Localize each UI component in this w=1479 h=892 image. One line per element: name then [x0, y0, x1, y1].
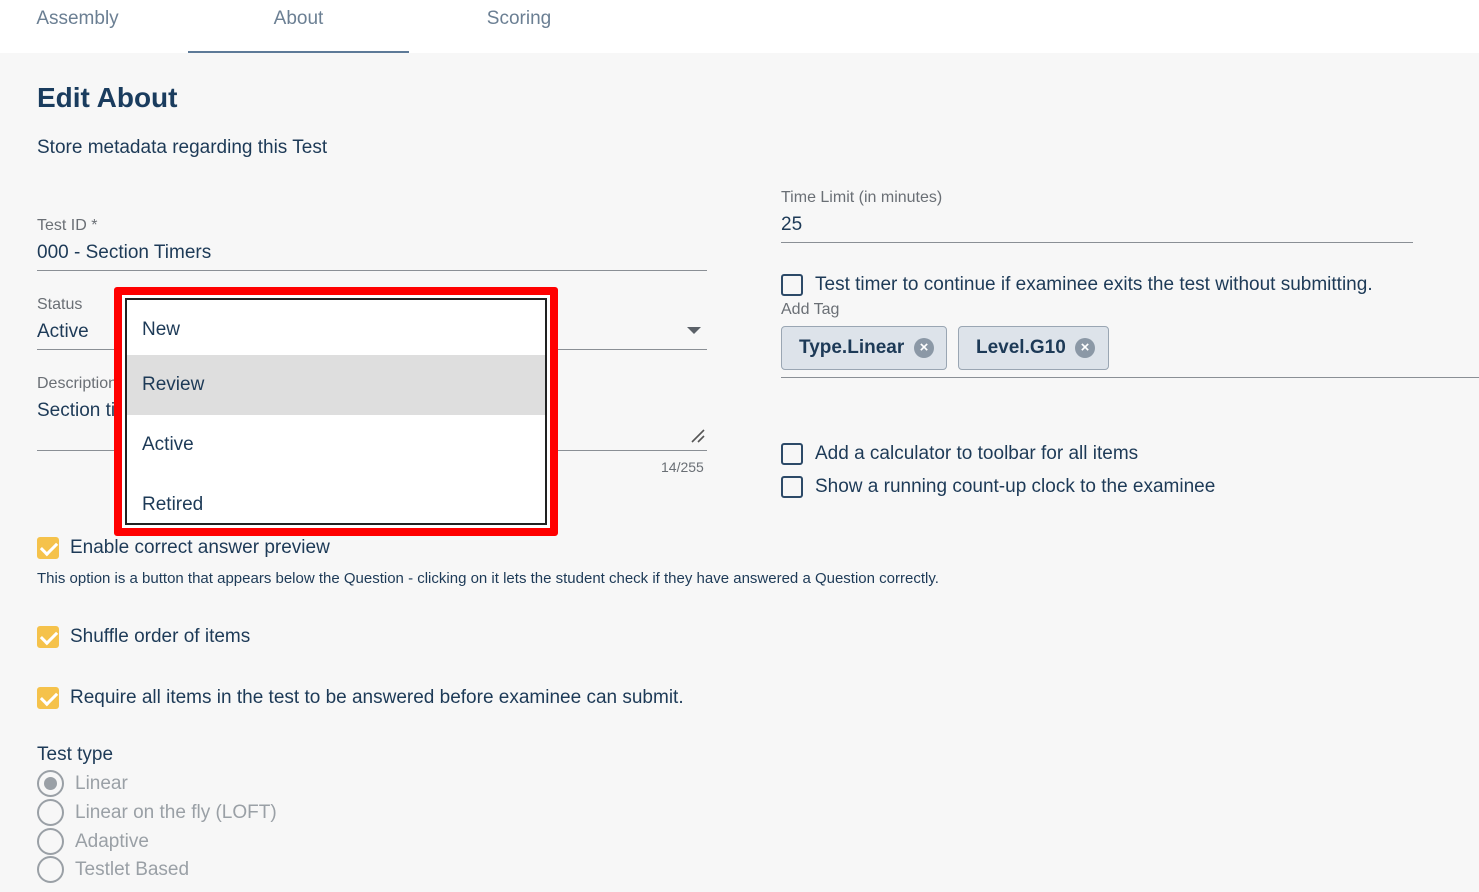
answer-preview-help: This option is a button that appears bel…	[37, 570, 939, 587]
page-subtitle: Store metadata regarding this Test	[37, 137, 328, 158]
add-tag-label: Add Tag	[781, 301, 840, 318]
radio-adaptive[interactable]	[37, 828, 64, 855]
status-option-new[interactable]: New	[127, 300, 545, 360]
test-id-underline	[37, 270, 707, 271]
radio-loft[interactable]	[37, 799, 64, 826]
radio-testlet[interactable]	[37, 856, 64, 883]
timer-continue-label: Test timer to continue if examinee exits…	[815, 274, 1373, 295]
tab-assembly[interactable]: Assembly	[0, 0, 155, 53]
description-counter: 14/255	[661, 459, 704, 475]
tag-chip-label: Level.G10	[976, 337, 1066, 358]
time-limit-input[interactable]: 25	[781, 214, 802, 236]
tag-chip[interactable]: Type.Linear ×	[781, 326, 947, 370]
calculator-checkbox[interactable]	[781, 443, 803, 465]
status-option-review[interactable]: Review	[127, 355, 545, 415]
tag-input-underline	[781, 377, 1479, 378]
status-select[interactable]: Active	[37, 321, 89, 343]
radio-loft-label: Linear on the fly (LOFT)	[75, 802, 277, 823]
caret-down-icon[interactable]	[687, 327, 701, 334]
calculator-label: Add a calculator to toolbar for all item…	[815, 443, 1139, 464]
description-label: Description	[37, 375, 118, 392]
resize-handle-icon[interactable]	[690, 428, 706, 444]
countup-clock-label: Show a running count-up clock to the exa…	[815, 476, 1216, 497]
status-option-active[interactable]: Active	[127, 415, 545, 475]
radio-linear-label: Linear	[75, 773, 128, 794]
radio-linear[interactable]	[37, 770, 64, 797]
countup-clock-checkbox[interactable]	[781, 476, 803, 498]
status-option-retired[interactable]: Retired	[127, 475, 545, 535]
status-dropdown-list: New Review Active Retired	[125, 298, 547, 525]
require-all-label: Require all items in the test to be answ…	[70, 687, 684, 708]
tag-chip-label: Type.Linear	[799, 337, 905, 358]
test-id-label: Test ID *	[37, 217, 98, 234]
tab-about[interactable]: About	[188, 0, 409, 53]
time-limit-label: Time Limit (in minutes)	[781, 189, 943, 206]
shuffle-checkbox[interactable]	[37, 626, 59, 648]
test-id-input[interactable]: 000 - Section Timers	[37, 242, 211, 264]
time-limit-underline	[781, 242, 1413, 243]
shuffle-label: Shuffle order of items	[70, 626, 251, 647]
page-title: Edit About	[37, 82, 178, 113]
radio-testlet-label: Testlet Based	[75, 859, 190, 880]
answer-preview-label: Enable correct answer preview	[70, 537, 330, 558]
tag-chip[interactable]: Level.G10 ×	[958, 326, 1109, 370]
description-textarea[interactable]: Section ti	[37, 400, 115, 422]
close-circle-icon[interactable]: ×	[914, 338, 934, 358]
test-type-label: Test type	[37, 744, 114, 765]
radio-adaptive-label: Adaptive	[75, 831, 149, 852]
tab-scoring[interactable]: Scoring	[409, 0, 629, 53]
close-circle-icon[interactable]: ×	[1075, 338, 1095, 358]
timer-continue-checkbox[interactable]	[781, 274, 803, 296]
status-dropdown-menu: New Review Active Retired	[114, 287, 558, 536]
status-label: Status	[37, 296, 83, 313]
answer-preview-checkbox[interactable]	[37, 537, 59, 559]
tab-bar: Assembly About Scoring	[0, 0, 1479, 53]
require-all-checkbox[interactable]	[37, 687, 59, 709]
